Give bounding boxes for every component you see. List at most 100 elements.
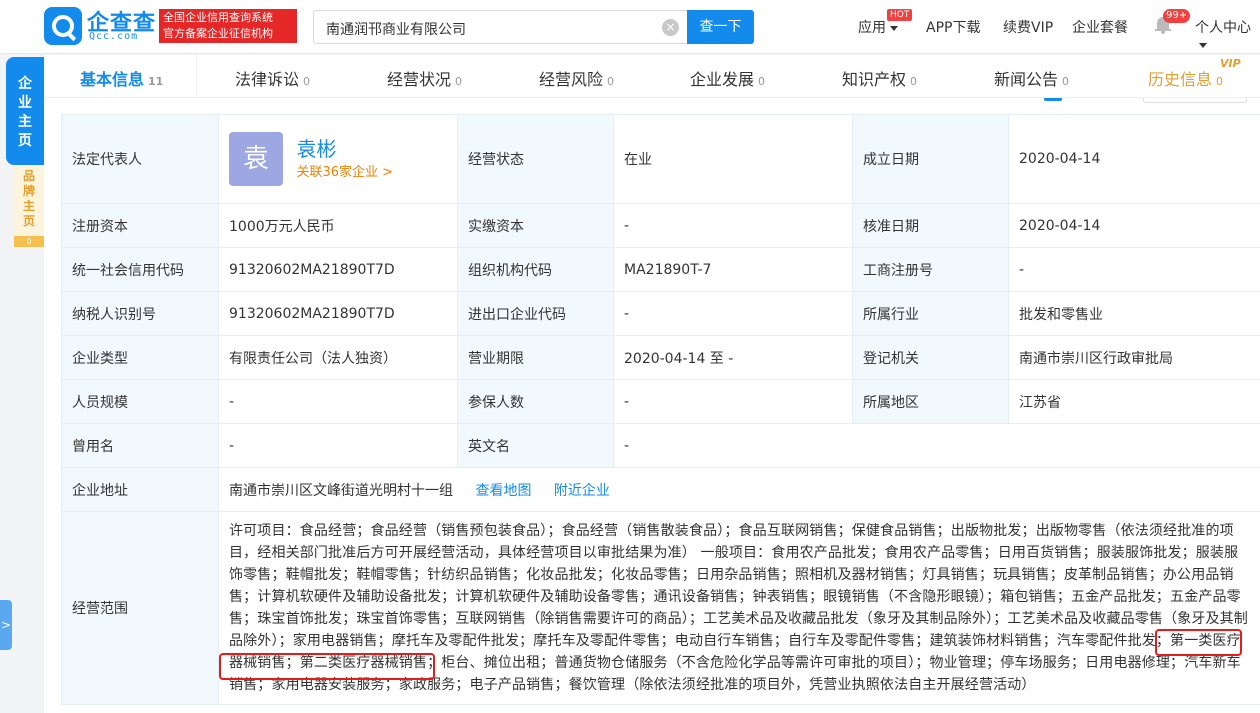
table-row: 注册资本 1000万元人民币 实缴资本 - 核准日期 2020-04-14 (61, 203, 1260, 248)
tab-operation[interactable]: 经营状况 0 (387, 66, 462, 90)
notification-badge: 99+ (1163, 9, 1191, 23)
legal-rep-cell: 袁 袁彬 关联36家企业 > (218, 114, 458, 204)
industry-label: 所属行业 (852, 291, 1009, 336)
tab-risk-count: 0 (607, 75, 615, 88)
tab-history[interactable]: 历史信息 0 (1148, 66, 1223, 90)
nav-apps-label: 应用 (858, 20, 886, 36)
hot-badge: HOT (887, 9, 913, 21)
industry-value: 批发和零售业 (1008, 291, 1260, 336)
tab-ip[interactable]: 知识产权 0 (842, 66, 917, 90)
staff-label: 人员规模 (61, 379, 219, 424)
section-dropdown[interactable] (1143, 98, 1247, 103)
tab-news-label: 新闻公告 (994, 70, 1059, 89)
search-value[interactable]: 南通润邗商业有限公司 (326, 19, 466, 39)
tab-ip-count: 0 (910, 75, 918, 88)
staff-value: - (218, 379, 458, 424)
top-header: 企查查 Qcc.com 全国企业信用查询系统 官方备案企业征信机构 南通润邗商业… (0, 0, 1260, 54)
related-companies-link[interactable]: 关联36家企业 > (296, 163, 393, 183)
scope-label: 经营范围 (61, 511, 219, 705)
founded-label: 成立日期 (852, 114, 1009, 204)
legal-rep-name-link[interactable]: 袁彬 (296, 135, 393, 163)
search-button[interactable]: 查一下 (687, 10, 754, 44)
basic-info-table: 法定代表人 袁 袁彬 关联36家企业 > 经营状态 在业 成立日期 2020-0… (61, 114, 1260, 705)
address-label: 企业地址 (61, 467, 219, 512)
slogan-line-2: 官方备案企业征信机构 (163, 27, 273, 40)
address-value: 南通市崇川区文峰街道光明村十一组 (229, 482, 453, 499)
view-map-link[interactable]: 查看地图 (475, 483, 531, 499)
former-name-label: 曾用名 (61, 423, 219, 468)
former-name-value: - (218, 423, 458, 468)
legal-rep-label: 法定代表人 (61, 114, 219, 204)
nav-enterprise-package[interactable]: 企业套餐 (1072, 17, 1128, 37)
status-value: 在业 (613, 114, 853, 204)
highlight-box-second-class (219, 653, 435, 680)
vip-tag: VIP (1220, 57, 1241, 70)
paid-capital-value: - (613, 203, 853, 248)
paid-capital-label: 实缴资本 (457, 203, 614, 248)
import-export-label: 进出口企业代码 (457, 291, 614, 336)
tab-legal[interactable]: 法律诉讼 0 (235, 66, 310, 90)
reg-capital-value: 1000万元人民币 (218, 203, 458, 248)
company-type-value: 有限责任公司（法人独资） (218, 335, 458, 380)
import-export-value: - (613, 291, 853, 336)
reg-capital-label: 注册资本 (61, 203, 219, 248)
org-code-value: MA21890T-7 (613, 247, 853, 292)
qcc-logo-icon[interactable] (44, 7, 82, 45)
tab-risk-label: 经营风险 (539, 70, 604, 89)
side-tab-brand-home-label: 品牌主页 (23, 169, 36, 228)
tab-development-label: 企业发展 (690, 70, 755, 89)
region-value: 江苏省 (1008, 379, 1260, 424)
credit-code-label: 统一社会信用代码 (61, 247, 219, 292)
tab-basic-info-count: 11 (148, 75, 164, 88)
table-row: 企业类型 有限责任公司（法人独资） 营业期限 2020-04-14 至 - 登记… (61, 335, 1260, 380)
slogan-line-1: 全国企业信用查询系统 (163, 11, 273, 24)
avatar[interactable]: 袁 (229, 132, 283, 186)
tab-risk[interactable]: 经营风险 0 (539, 66, 614, 90)
biz-reg-value: - (1008, 247, 1260, 292)
nav-personal-label: 个人中心 (1195, 20, 1251, 36)
tab-legal-label: 法律诉讼 (235, 70, 300, 89)
company-type-label: 企业类型 (61, 335, 219, 380)
english-name-label: 英文名 (457, 423, 614, 468)
chevron-right-icon[interactable]: > (0, 600, 12, 650)
table-row: 纳税人识别号 91320602MA21890T7D 进出口企业代码 - 所属行业… (61, 291, 1260, 336)
nearby-companies-link[interactable]: 附近企业 (554, 483, 610, 499)
biz-reg-label: 工商注册号 (852, 247, 1009, 292)
tab-news[interactable]: 新闻公告 0 (994, 66, 1069, 90)
tab-ip-label: 知识产权 (842, 70, 907, 89)
slogan-badge: 全国企业信用查询系统 官方备案企业征信机构 (159, 9, 297, 43)
tab-basic-info[interactable]: 基本信息 11 (80, 66, 163, 90)
tab-operation-count: 0 (455, 75, 463, 88)
tab-news-count: 0 (1062, 75, 1070, 88)
nav-renew-vip[interactable]: 续费VIP (1003, 17, 1053, 37)
term-value: 2020-04-14 至 - (613, 335, 853, 380)
table-row: 人员规模 - 参保人数 - 所属地区 江苏省 (61, 379, 1260, 424)
search-input[interactable]: 南通润邗商业有限公司 × (313, 10, 687, 44)
taxpayer-value: 91320602MA21890T7D (218, 291, 458, 336)
tab-legal-count: 0 (303, 75, 311, 88)
table-row: 企业地址 南通市崇川区文峰街道光明村十一组 查看地图 附近企业 (61, 467, 1260, 512)
side-brand-count: 0 (14, 236, 44, 247)
term-label: 营业期限 (457, 335, 614, 380)
tab-operation-label: 经营状况 (387, 70, 452, 89)
detail-tabs: 基本信息 11 法律诉讼 0 经营状况 0 经营风险 0 企业发展 0 知识产权 0 新闻公… (44, 55, 1260, 98)
logo-domain: Qcc.com (89, 31, 139, 42)
status-label: 经营状态 (457, 114, 614, 204)
founded-value: 2020-04-14 (1008, 114, 1260, 204)
taxpayer-label: 纳税人识别号 (61, 291, 219, 336)
english-name-value: - (613, 423, 1260, 468)
side-tab-company-home[interactable]: 企业主页 (6, 57, 44, 165)
nav-app-download[interactable]: APP下载 (926, 17, 980, 37)
highlight-box-first-class (1155, 629, 1242, 656)
side-tab-brand-home[interactable]: 品牌主页 (14, 165, 44, 247)
clear-search-icon[interactable]: × (662, 19, 679, 36)
address-cell: 南通市崇川区文峰街道光明村十一组 查看地图 附近企业 (218, 467, 1260, 512)
credit-code-value: 91320602MA21890T7D (218, 247, 458, 292)
nav-personal-center[interactable]: 个人中心 (1195, 17, 1260, 53)
side-tab-company-home-label: 企业主页 (18, 76, 32, 149)
authority-label: 登记机关 (852, 335, 1009, 380)
tab-development[interactable]: 企业发展 0 (690, 66, 765, 90)
table-row: 统一社会信用代码 91320602MA21890T7D 组织机构代码 MA218… (61, 247, 1260, 292)
chevron-down-icon (890, 25, 898, 31)
insured-label: 参保人数 (457, 379, 614, 424)
